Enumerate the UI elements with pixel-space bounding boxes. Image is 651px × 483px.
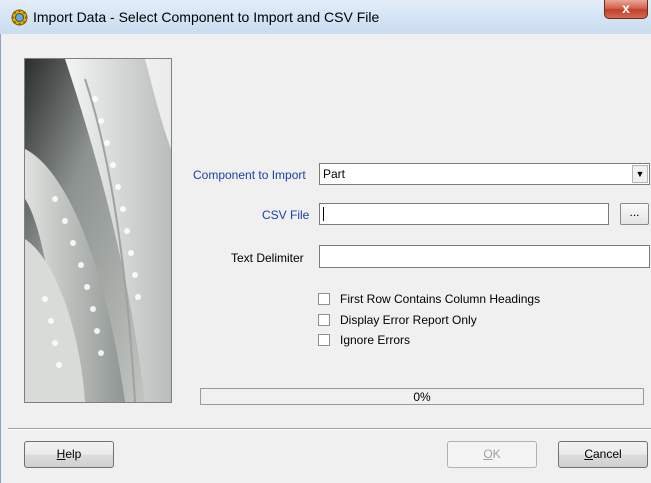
text-cursor — [323, 207, 324, 221]
checkbox-box[interactable] — [318, 314, 330, 326]
wizard-image — [24, 58, 172, 403]
perforated-paper-illustration — [25, 59, 171, 402]
divider — [8, 428, 651, 430]
progress-percent: 0% — [413, 390, 431, 404]
ok-label: K — [492, 447, 501, 461]
help-button[interactable]: Help — [24, 441, 114, 468]
component-select[interactable]: Part ▼ — [319, 163, 650, 185]
close-icon: x — [622, 0, 630, 16]
text-delimiter-label: Text Delimiter — [231, 251, 304, 265]
csv-file-label: CSV File — [262, 208, 310, 222]
help-label: elp — [65, 447, 82, 461]
checkbox-box[interactable] — [318, 293, 330, 305]
cancel-button[interactable]: Cancel — [558, 441, 648, 468]
window-title: Import Data - Select Component to Import… — [33, 9, 380, 25]
component-to-import-label: Component to Import — [193, 168, 306, 182]
csv-file-input[interactable] — [319, 203, 609, 225]
title-bar[interactable]: Import Data - Select Component to Import… — [0, 0, 651, 34]
close-button[interactable]: x — [604, 0, 648, 19]
ok-button[interactable]: OK — [447, 441, 537, 468]
checkbox-label: First Row Contains Column Headings — [340, 292, 541, 306]
chevron-down-icon[interactable]: ▼ — [632, 165, 648, 183]
cancel-label: ancel — [592, 447, 622, 461]
checkbox-label: Ignore Errors — [340, 333, 411, 347]
text-delimiter-input[interactable] — [319, 245, 650, 268]
import-progress-bar: 0% — [200, 388, 644, 405]
app-gear-icon — [11, 9, 28, 26]
checkbox-label: Display Error Report Only — [340, 313, 477, 327]
ok-mnemonic: O — [483, 447, 493, 461]
import-data-dialog: Import Data - Select Component to Import… — [0, 0, 651, 483]
checkbox-box[interactable] — [318, 334, 330, 346]
component-select-value: Part — [323, 167, 346, 181]
browse-button[interactable]: ... — [620, 203, 649, 225]
cancel-mnemonic: C — [584, 447, 593, 461]
